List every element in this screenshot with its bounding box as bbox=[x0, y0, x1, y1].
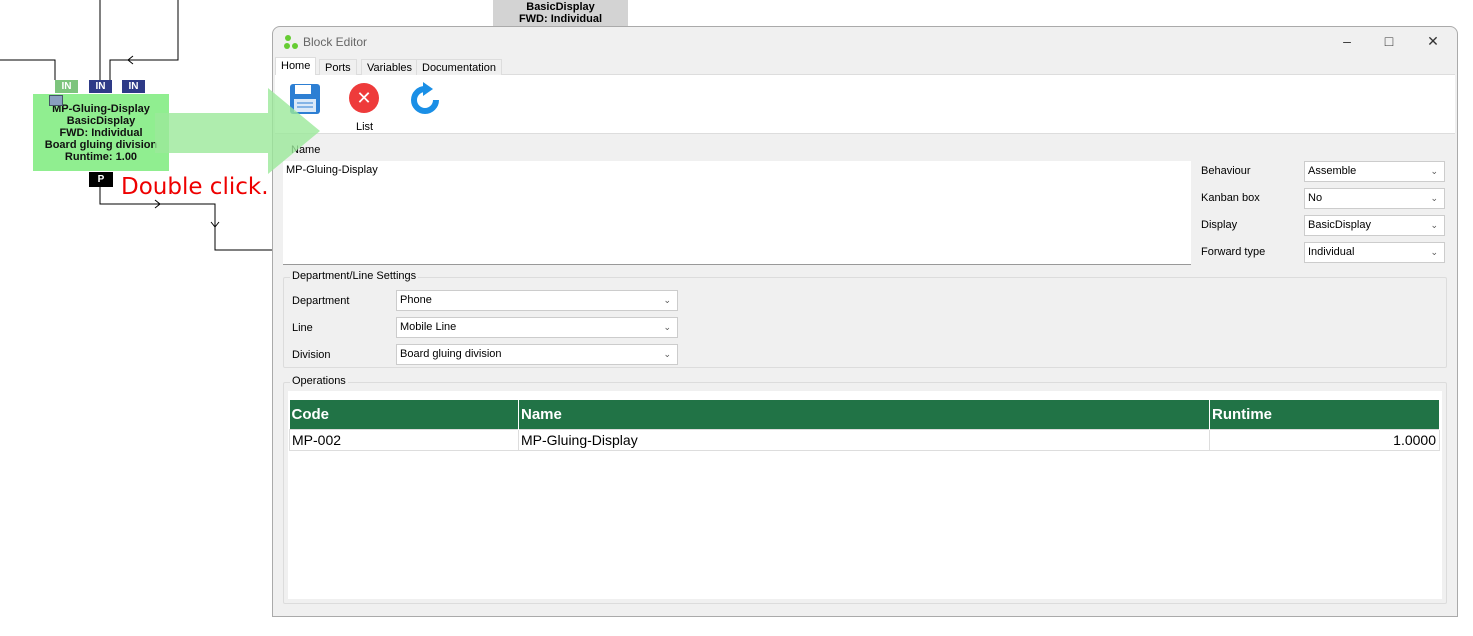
annotation-arrow bbox=[155, 88, 320, 174]
